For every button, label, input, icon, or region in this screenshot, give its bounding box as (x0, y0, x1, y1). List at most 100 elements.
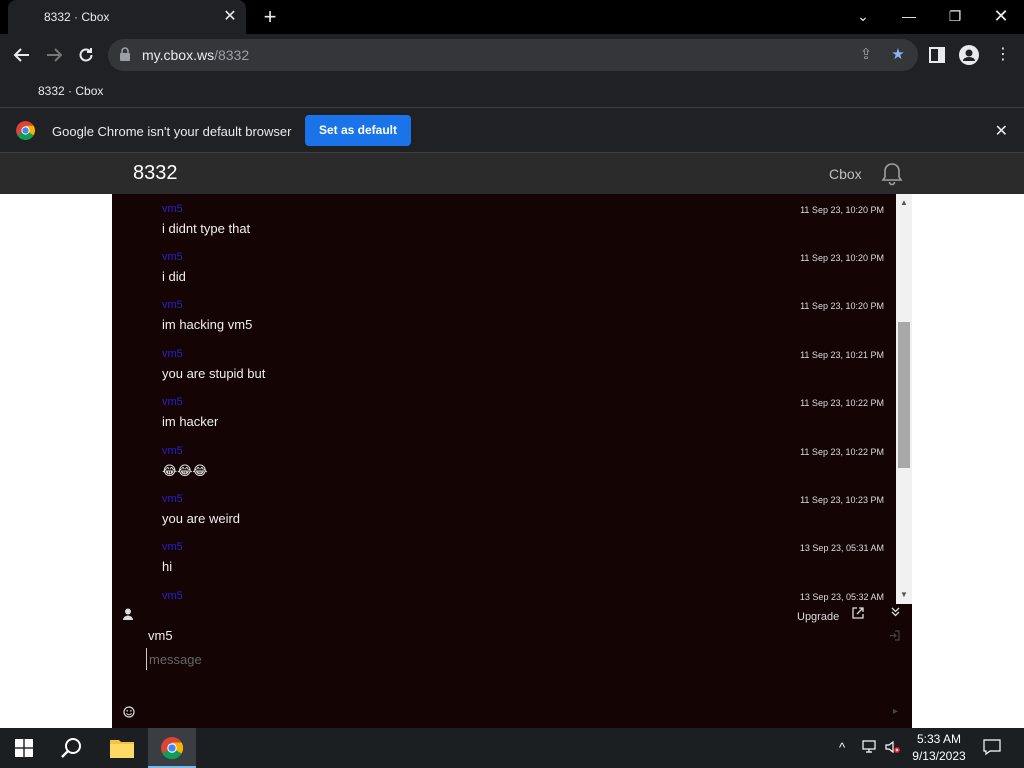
message-author[interactable]: vm5 (162, 541, 183, 553)
back-button[interactable] (8, 41, 36, 69)
message-author[interactable]: vm5 (162, 251, 183, 263)
bookmark-star-icon[interactable]: ★ (888, 45, 908, 65)
message-time: 11 Sep 23, 10:20 PM (800, 205, 884, 215)
restore-button[interactable]: ❐ (932, 0, 978, 34)
browser-tab[interactable]: 8332 · Cbox ✕ (8, 0, 246, 34)
url-text[interactable]: my.cbox.ws/8332 (142, 47, 249, 63)
chrome-taskbar-button[interactable] (148, 728, 196, 768)
forward-button[interactable] (40, 41, 68, 69)
minimize-button[interactable]: — (886, 0, 932, 34)
message-time: 11 Sep 23, 10:22 PM (800, 447, 884, 457)
set-default-button[interactable]: Set as default (305, 115, 411, 146)
clock-date: 9/13/2023 (912, 749, 966, 763)
tab-close-icon[interactable]: ✕ (220, 7, 240, 27)
profile-icon[interactable] (958, 44, 980, 66)
search-icon (61, 738, 81, 758)
menu-kebab-icon[interactable]: ⋮ (992, 44, 1014, 66)
login-icon[interactable] (889, 630, 900, 644)
lock-icon[interactable] (120, 47, 130, 61)
nickname-field[interactable]: vm5 (148, 628, 173, 643)
message-author[interactable]: vm5 (162, 348, 183, 360)
message-text: i did (162, 269, 186, 284)
message: vm5 i didnt type that 11 Sep 23, 10:20 P… (112, 196, 896, 244)
send-icon[interactable]: ▸ (893, 706, 898, 717)
message-time: 11 Sep 23, 10:21 PM (800, 350, 884, 360)
windows-taskbar: ^ 5:33 AM 9/13/2023 (0, 728, 1024, 768)
forward-arrow-icon (47, 48, 63, 62)
bookmark-item[interactable]: 8332 · Cbox (38, 84, 103, 98)
message-text: im hacker (162, 414, 219, 429)
browser-titlebar: 8332 · Cbox ✕ + ⌄ — ❐ ✕ (0, 0, 1024, 34)
notifications-icon[interactable] (983, 738, 1001, 759)
message: vm5 😂😂😂 11 Sep 23, 10:22 PM (112, 438, 896, 486)
search-button[interactable] (48, 728, 96, 768)
emoji-icon[interactable] (123, 706, 135, 721)
message-author[interactable]: vm5 (162, 590, 183, 602)
windows-logo-icon (15, 739, 33, 757)
message: vm5 you are stupid but 11 Sep 23, 10:21 … (112, 341, 896, 389)
message-text: i didnt type that (162, 221, 251, 236)
user-icon[interactable] (123, 608, 135, 622)
bell-icon[interactable] (879, 161, 905, 187)
message: vm5 13 Sep 23, 05:32 AM (112, 583, 896, 604)
message: vm5 you are weird 11 Sep 23, 10:23 PM (112, 486, 896, 534)
infobar-close-icon[interactable]: ✕ (995, 121, 1008, 141)
message-time: 11 Sep 23, 10:23 PM (800, 495, 884, 505)
tray-overflow-icon[interactable]: ^ (839, 740, 845, 755)
message-time: 11 Sep 23, 10:20 PM (800, 253, 884, 263)
share-icon[interactable]: ⇪ (856, 45, 876, 65)
bookmarks-bar: 8332 · Cbox (0, 76, 1024, 108)
browser-toolbar: my.cbox.ws/8332 ⇪ ★ ⋮ (0, 34, 1024, 76)
system-clock[interactable]: 5:33 AM 9/13/2023 (906, 731, 972, 765)
cbox-link[interactable]: Cbox (829, 166, 862, 182)
folder-icon (110, 740, 134, 758)
message-author[interactable]: vm5 (162, 493, 183, 505)
message-scrollbar[interactable]: ▲ ▼ (896, 194, 912, 604)
message-time: 11 Sep 23, 10:20 PM (800, 301, 884, 311)
close-window-button[interactable]: ✕ (978, 0, 1024, 34)
scrollbar-thumb[interactable] (898, 322, 910, 468)
scroll-down-arrow-icon[interactable]: ▼ (896, 588, 912, 602)
message-list[interactable]: vm5 i didnt type that 11 Sep 23, 10:20 P… (112, 194, 896, 604)
message-text: you are stupid but (162, 366, 266, 381)
message-time: 13 Sep 23, 05:31 AM (799, 543, 884, 553)
message-author[interactable]: vm5 (162, 396, 183, 408)
message-author[interactable]: vm5 (162, 445, 183, 457)
message-input[interactable] (146, 648, 746, 670)
start-button[interactable] (0, 728, 48, 768)
message-text: hi (162, 559, 173, 574)
page-title: 8332 (133, 162, 178, 184)
message-text: 😂😂😂 (162, 463, 208, 478)
reload-icon (79, 48, 93, 62)
network-icon[interactable] (862, 740, 878, 757)
collapse-icon[interactable] (891, 606, 900, 620)
tab-search-icon[interactable]: ⌄ (840, 0, 886, 34)
tab-title: 8332 · Cbox (44, 10, 110, 24)
site-header: 8332 Cbox (0, 153, 1024, 194)
address-bar[interactable]: my.cbox.ws/8332 ⇪ ★ (108, 39, 918, 71)
side-panel-icon[interactable] (926, 44, 948, 66)
back-arrow-icon (13, 48, 29, 62)
message-author[interactable]: vm5 (162, 203, 183, 215)
message-text: you are weird (162, 511, 241, 526)
file-explorer-button[interactable] (98, 728, 146, 768)
clock-time: 5:33 AM (916, 732, 962, 746)
scroll-up-arrow-icon[interactable]: ▲ (896, 196, 912, 210)
message: vm5 im hacker 11 Sep 23, 10:22 PM (112, 389, 896, 437)
chrome-icon (161, 737, 183, 759)
reload-button[interactable] (72, 41, 100, 69)
message-text: im hacking vm5 (162, 317, 253, 332)
chat-box: vm5 i didnt type that 11 Sep 23, 10:20 P… (112, 194, 912, 728)
message: vm5 i did 11 Sep 23, 10:20 PM (112, 244, 896, 292)
volume-muted-icon[interactable] (885, 740, 901, 757)
default-browser-infobar: Google Chrome isn't your default browser… (0, 108, 1024, 153)
new-tab-button[interactable]: + (258, 5, 282, 29)
message: vm5 im hacking vm5 11 Sep 23, 10:20 PM (112, 292, 896, 340)
message: vm5 hi 13 Sep 23, 05:31 AM (112, 534, 896, 582)
message-author[interactable]: vm5 (162, 299, 183, 311)
page-content: 8332 Cbox vm5 i didnt type that 11 Sep 2… (0, 153, 1024, 728)
popout-icon[interactable] (852, 607, 864, 622)
message-composer: Upgrade vm5 ▸ (112, 604, 912, 728)
upgrade-link[interactable]: Upgrade (797, 611, 839, 623)
message-time: 11 Sep 23, 10:22 PM (800, 398, 884, 408)
